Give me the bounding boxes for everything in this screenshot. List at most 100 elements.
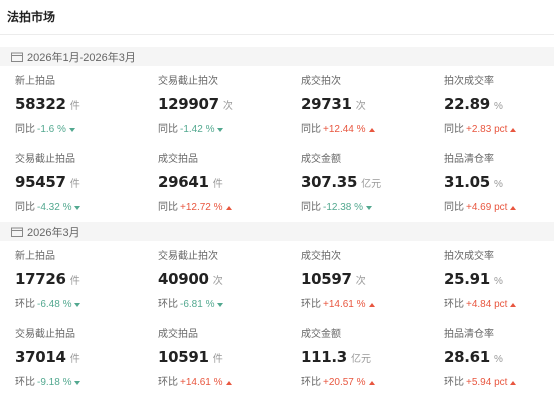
- section-cumulative: 2026年1月-2026年3月 新上拍品 58322 件 同比 -1.6 % 交易截…: [0, 47, 554, 222]
- change-prefix: 同比: [15, 124, 35, 135]
- change-value: -4.32 %: [37, 202, 72, 213]
- change-value: +12.72 %: [180, 202, 223, 213]
- change-value: +12.44 %: [323, 124, 366, 135]
- metric-unit: 亿元: [350, 354, 371, 365]
- change-value: -1.42 %: [180, 124, 215, 135]
- arrow-down-icon: [74, 303, 81, 307]
- arrow-down-icon: [74, 206, 81, 210]
- metric-card: 新上拍品 58322 件 同比 -1.6 %: [15, 66, 158, 144]
- change-value: +5.94 pct: [466, 377, 508, 388]
- arrow-up-icon: [225, 381, 232, 385]
- arrow-up-icon: [510, 128, 517, 132]
- metric-card: 成交拍次 29731 次 同比 +12.44 %: [301, 66, 444, 144]
- section-monthly: 2026年3月 新上拍品 17726 件 环比 -6.48 % 交易截止拍次 409…: [0, 222, 554, 397]
- page-title: 法拍市场: [0, 0, 554, 35]
- metric-card: 交易截止拍品 37014 件 环比 -9.18 %: [15, 319, 158, 397]
- change-prefix: 环比: [444, 299, 464, 310]
- change-value: -12.38 %: [323, 202, 364, 213]
- change-value: +14.61 %: [323, 299, 366, 310]
- change-value: +20.57 %: [323, 377, 366, 388]
- change-value: -9.18 %: [37, 377, 72, 388]
- metrics-grid: 新上拍品 17726 件 环比 -6.48 % 交易截止拍次 40900 次 环比 -6…: [0, 241, 554, 397]
- change-prefix: 环比: [301, 299, 321, 310]
- metric-value: 95457: [15, 173, 66, 191]
- change-prefix: 同比: [444, 124, 464, 135]
- metric-unit: 次: [355, 101, 366, 112]
- metric-label: 成交拍次: [301, 251, 341, 262]
- metric-label: 成交拍品: [158, 154, 198, 165]
- metric-unit: 亿元: [361, 179, 382, 190]
- metric-unit: 件: [69, 179, 80, 190]
- arrow-down-icon: [366, 206, 373, 210]
- change-value: -1.6 %: [37, 124, 66, 135]
- metric-label: 成交金额: [301, 329, 341, 340]
- metric-unit: 件: [69, 354, 80, 365]
- metric-value: 10591: [158, 348, 209, 366]
- metric-unit: 件: [212, 179, 223, 190]
- arrow-down-icon: [74, 381, 81, 385]
- arrow-up-icon: [368, 303, 375, 307]
- metric-label: 交易截止拍次: [158, 251, 218, 262]
- change-prefix: 同比: [301, 124, 321, 135]
- metric-label: 成交拍品: [158, 329, 198, 340]
- calendar-icon: [11, 227, 23, 237]
- metric-card: 成交金额 111.3 亿元 环比 +20.57 %: [301, 319, 444, 397]
- section-header: 2026年1月-2026年3月: [0, 47, 554, 66]
- metric-label: 交易截止拍次: [158, 76, 218, 87]
- arrow-up-icon: [368, 381, 375, 385]
- arrow-up-icon: [510, 206, 517, 210]
- period-label: 2026年3月: [27, 226, 80, 239]
- metric-label: 拍次成交率: [444, 76, 494, 87]
- change-prefix: 同比: [15, 202, 35, 213]
- metric-label: 成交拍次: [301, 76, 341, 87]
- metric-value: 29641: [158, 173, 209, 191]
- change-prefix: 环比: [158, 299, 178, 310]
- metric-value: 29731: [301, 95, 352, 113]
- metric-value: 22.89: [444, 95, 490, 113]
- change-prefix: 环比: [301, 377, 321, 388]
- change-value: -6.81 %: [180, 299, 215, 310]
- change-prefix: 环比: [444, 377, 464, 388]
- metric-unit: %: [493, 276, 503, 287]
- metric-card: 拍品清仓率 28.61% 环比 +5.94 pct: [444, 319, 554, 397]
- metric-label: 拍品清仓率: [444, 329, 494, 340]
- metric-label: 新上拍品: [15, 251, 55, 262]
- arrow-down-icon: [68, 128, 75, 132]
- metric-card: 拍次成交率 22.89% 同比 +2.83 pct: [444, 66, 554, 144]
- metric-card: 交易截止拍次 129907 次 同比 -1.42 %: [158, 66, 301, 144]
- metric-card: 成交金额 307.35 亿元 同比 -12.38 %: [301, 144, 444, 222]
- metric-value: 58322: [15, 95, 66, 113]
- metric-value: 129907: [158, 95, 219, 113]
- metric-label: 成交金额: [301, 154, 341, 165]
- change-value: +4.69 pct: [466, 202, 508, 213]
- metric-label: 拍次成交率: [444, 251, 494, 262]
- metric-value: 31.05: [444, 173, 490, 191]
- metric-card: 成交拍品 10591 件 环比 +14.61 %: [158, 319, 301, 397]
- metric-card: 成交拍品 29641 件 同比 +12.72 %: [158, 144, 301, 222]
- change-prefix: 同比: [158, 202, 178, 213]
- metric-label: 交易截止拍品: [15, 329, 75, 340]
- change-prefix: 环比: [15, 299, 35, 310]
- arrow-up-icon: [225, 206, 232, 210]
- metric-value: 25.91: [444, 270, 490, 288]
- metric-card: 拍次成交率 25.91% 环比 +4.84 pct: [444, 241, 554, 319]
- metric-unit: 次: [222, 101, 233, 112]
- metric-card: 成交拍次 10597 次 环比 +14.61 %: [301, 241, 444, 319]
- change-value: +14.61 %: [180, 377, 223, 388]
- metric-label: 新上拍品: [15, 76, 55, 87]
- metric-value: 37014: [15, 348, 66, 366]
- change-value: +2.83 pct: [466, 124, 508, 135]
- arrow-up-icon: [510, 303, 517, 307]
- metric-unit: 件: [69, 101, 80, 112]
- change-prefix: 同比: [301, 202, 321, 213]
- metric-unit: %: [493, 179, 503, 190]
- arrow-down-icon: [217, 128, 224, 132]
- change-prefix: 同比: [444, 202, 464, 213]
- metrics-grid: 新上拍品 58322 件 同比 -1.6 % 交易截止拍次 129907 次 同比 -1…: [0, 66, 554, 222]
- calendar-icon: [11, 52, 23, 62]
- metric-card: 交易截止拍次 40900 次 环比 -6.81 %: [158, 241, 301, 319]
- metric-card: 交易截止拍品 95457 件 同比 -4.32 %: [15, 144, 158, 222]
- metric-card: 新上拍品 17726 件 环比 -6.48 %: [15, 241, 158, 319]
- metric-label: 交易截止拍品: [15, 154, 75, 165]
- metric-value: 307.35: [301, 173, 358, 191]
